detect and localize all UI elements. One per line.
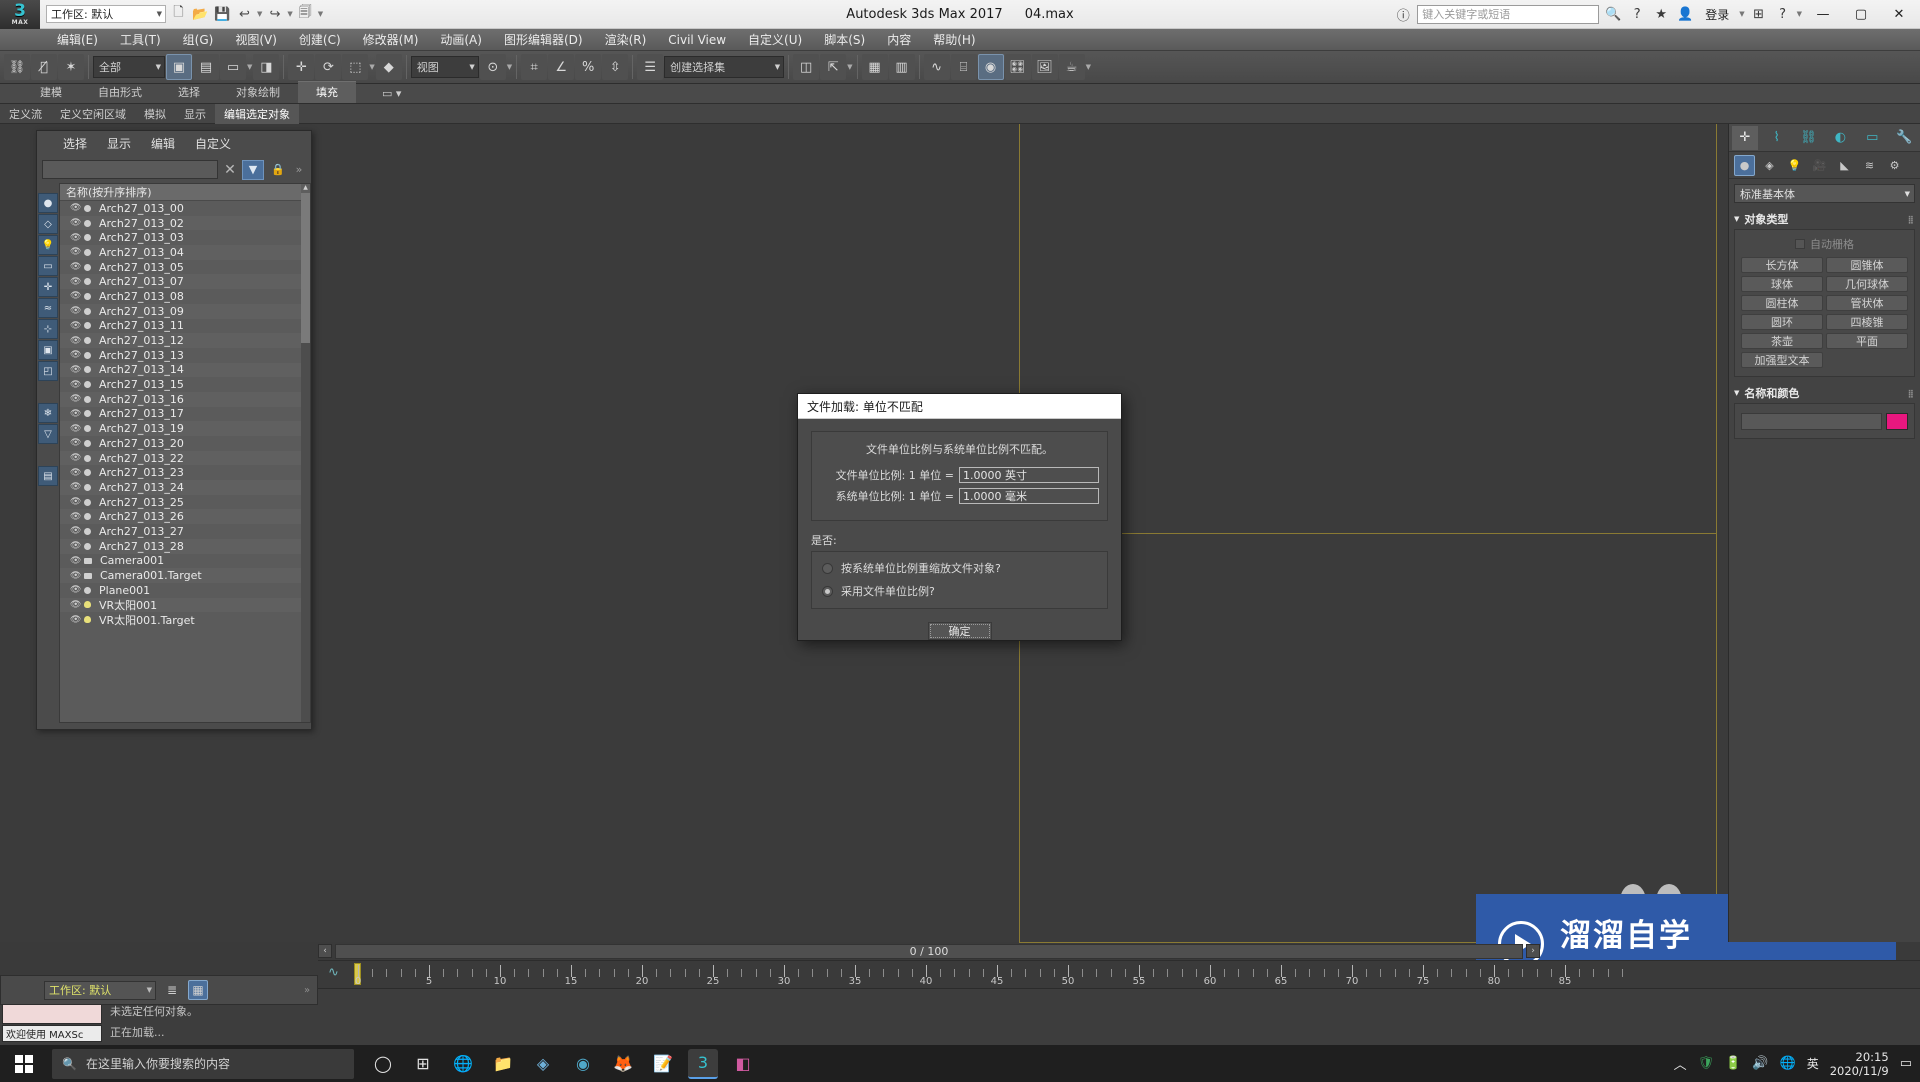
dialog-title: 文件加载: 单位不匹配 xyxy=(798,394,1121,419)
windows-logo-icon xyxy=(15,1054,33,1073)
dialog-overlay: 文件加载: 单位不匹配 文件单位比例与系统单位比例不匹配。 文件单位比例: 1 … xyxy=(0,0,1920,1082)
taskbar-search-input[interactable]: 🔍 在这里输入你要搜索的内容 xyxy=(52,1048,354,1079)
battery-icon[interactable]: 🔋 xyxy=(1725,1056,1741,1071)
windows-taskbar: 🔍 在这里输入你要搜索的内容 ◯ ⊞ 🌐 📁 ◈ ◉ 🦊 📝 3 ◧ ︿ 🛡 🔋… xyxy=(0,1045,1920,1082)
network-icon[interactable]: 🌐 xyxy=(1780,1056,1796,1071)
option-adopt-label: 采用文件单位比例? xyxy=(841,585,935,598)
ime-indicator[interactable]: 英 xyxy=(1807,1055,1819,1072)
chevron-up-icon[interactable]: ︿ xyxy=(1674,1054,1687,1073)
option-rescale[interactable]: 按系统单位比例重缩放文件对象? xyxy=(822,560,1097,576)
dialog-body: 文件单位比例与系统单位比例不匹配。 文件单位比例: 1 单位 = 1.0000 … xyxy=(798,419,1121,640)
3dsmax-window: 3 MAX 工作区: 默认 ▼ 🗋 📂 💾 ↩ ▼ ↪ ▼ 🗐 ▼ Autode… xyxy=(0,0,1920,1082)
system-unit-label: 系统单位比例: 1 单位 = xyxy=(835,490,954,503)
notes-icon[interactable]: 📝 xyxy=(648,1049,678,1079)
3dsmax-icon[interactable]: 3 xyxy=(688,1048,718,1079)
app5-icon[interactable]: ◈ xyxy=(528,1049,558,1079)
taskview-icon[interactable]: ⊞ xyxy=(408,1049,438,1079)
taskbar-app-icons: ◯ ⊞ 🌐 📁 ◈ ◉ 🦊 📝 3 ◧ xyxy=(368,1048,758,1079)
app6-icon[interactable]: ◉ xyxy=(568,1049,598,1079)
option-rescale-label: 按系统单位比例重缩放文件对象? xyxy=(841,562,1001,575)
taskbar-clock[interactable]: 20:15 2020/11/9 xyxy=(1830,1050,1889,1078)
file-unit-input[interactable]: 1.0000 英寸 xyxy=(959,467,1099,483)
system-tray: ︿ 🛡 🔋 🔊 🌐 英 20:15 2020/11/9 ▭ xyxy=(1674,1050,1920,1078)
system-unit-row: 系统单位比例: 1 单位 = 1.0000 毫米 xyxy=(820,488,1099,504)
ok-button[interactable]: 确定 xyxy=(927,622,992,640)
clock-date: 2020/11/9 xyxy=(1829,1063,1889,1078)
radio-adopt[interactable] xyxy=(822,585,833,597)
dialog-options-group: 按系统单位比例重缩放文件对象? 采用文件单位比例? xyxy=(811,551,1108,609)
explorer-icon[interactable]: 📁 xyxy=(488,1049,518,1079)
start-button[interactable] xyxy=(0,1045,48,1082)
firefox-icon[interactable]: 🦊 xyxy=(608,1049,638,1079)
defender-icon[interactable]: 🛡 xyxy=(1698,1056,1715,1071)
file-unit-row: 文件单位比例: 1 单位 = 1.0000 英寸 xyxy=(820,467,1099,483)
radio-rescale[interactable] xyxy=(822,562,833,574)
unit-mismatch-dialog[interactable]: 文件加载: 单位不匹配 文件单位比例与系统单位比例不匹配。 文件单位比例: 1 … xyxy=(797,393,1122,641)
dialog-buttons: 确定 xyxy=(811,622,1108,640)
cortana-icon[interactable]: ◯ xyxy=(368,1049,398,1079)
app10-icon[interactable]: ◧ xyxy=(728,1049,758,1079)
file-unit-label: 文件单位比例: 1 单位 = xyxy=(835,469,954,482)
dialog-message: 文件单位比例与系统单位比例不匹配。 xyxy=(866,443,1053,456)
search-icon: 🔍 xyxy=(62,1056,77,1071)
units-group: 文件单位比例与系统单位比例不匹配。 文件单位比例: 1 单位 = 1.0000 … xyxy=(811,431,1108,521)
notifications-icon[interactable]: ▭ xyxy=(1900,1056,1912,1071)
dialog-question: 是否: xyxy=(811,534,837,547)
taskbar-search-placeholder: 在这里输入你要搜索的内容 xyxy=(85,1057,230,1071)
option-adopt[interactable]: 采用文件单位比例? xyxy=(822,583,1097,599)
edge-icon[interactable]: 🌐 xyxy=(448,1049,478,1079)
clock-time: 20:15 xyxy=(1855,1049,1889,1064)
system-unit-input[interactable]: 1.0000 毫米 xyxy=(959,488,1099,504)
volume-icon[interactable]: 🔊 xyxy=(1752,1056,1768,1071)
